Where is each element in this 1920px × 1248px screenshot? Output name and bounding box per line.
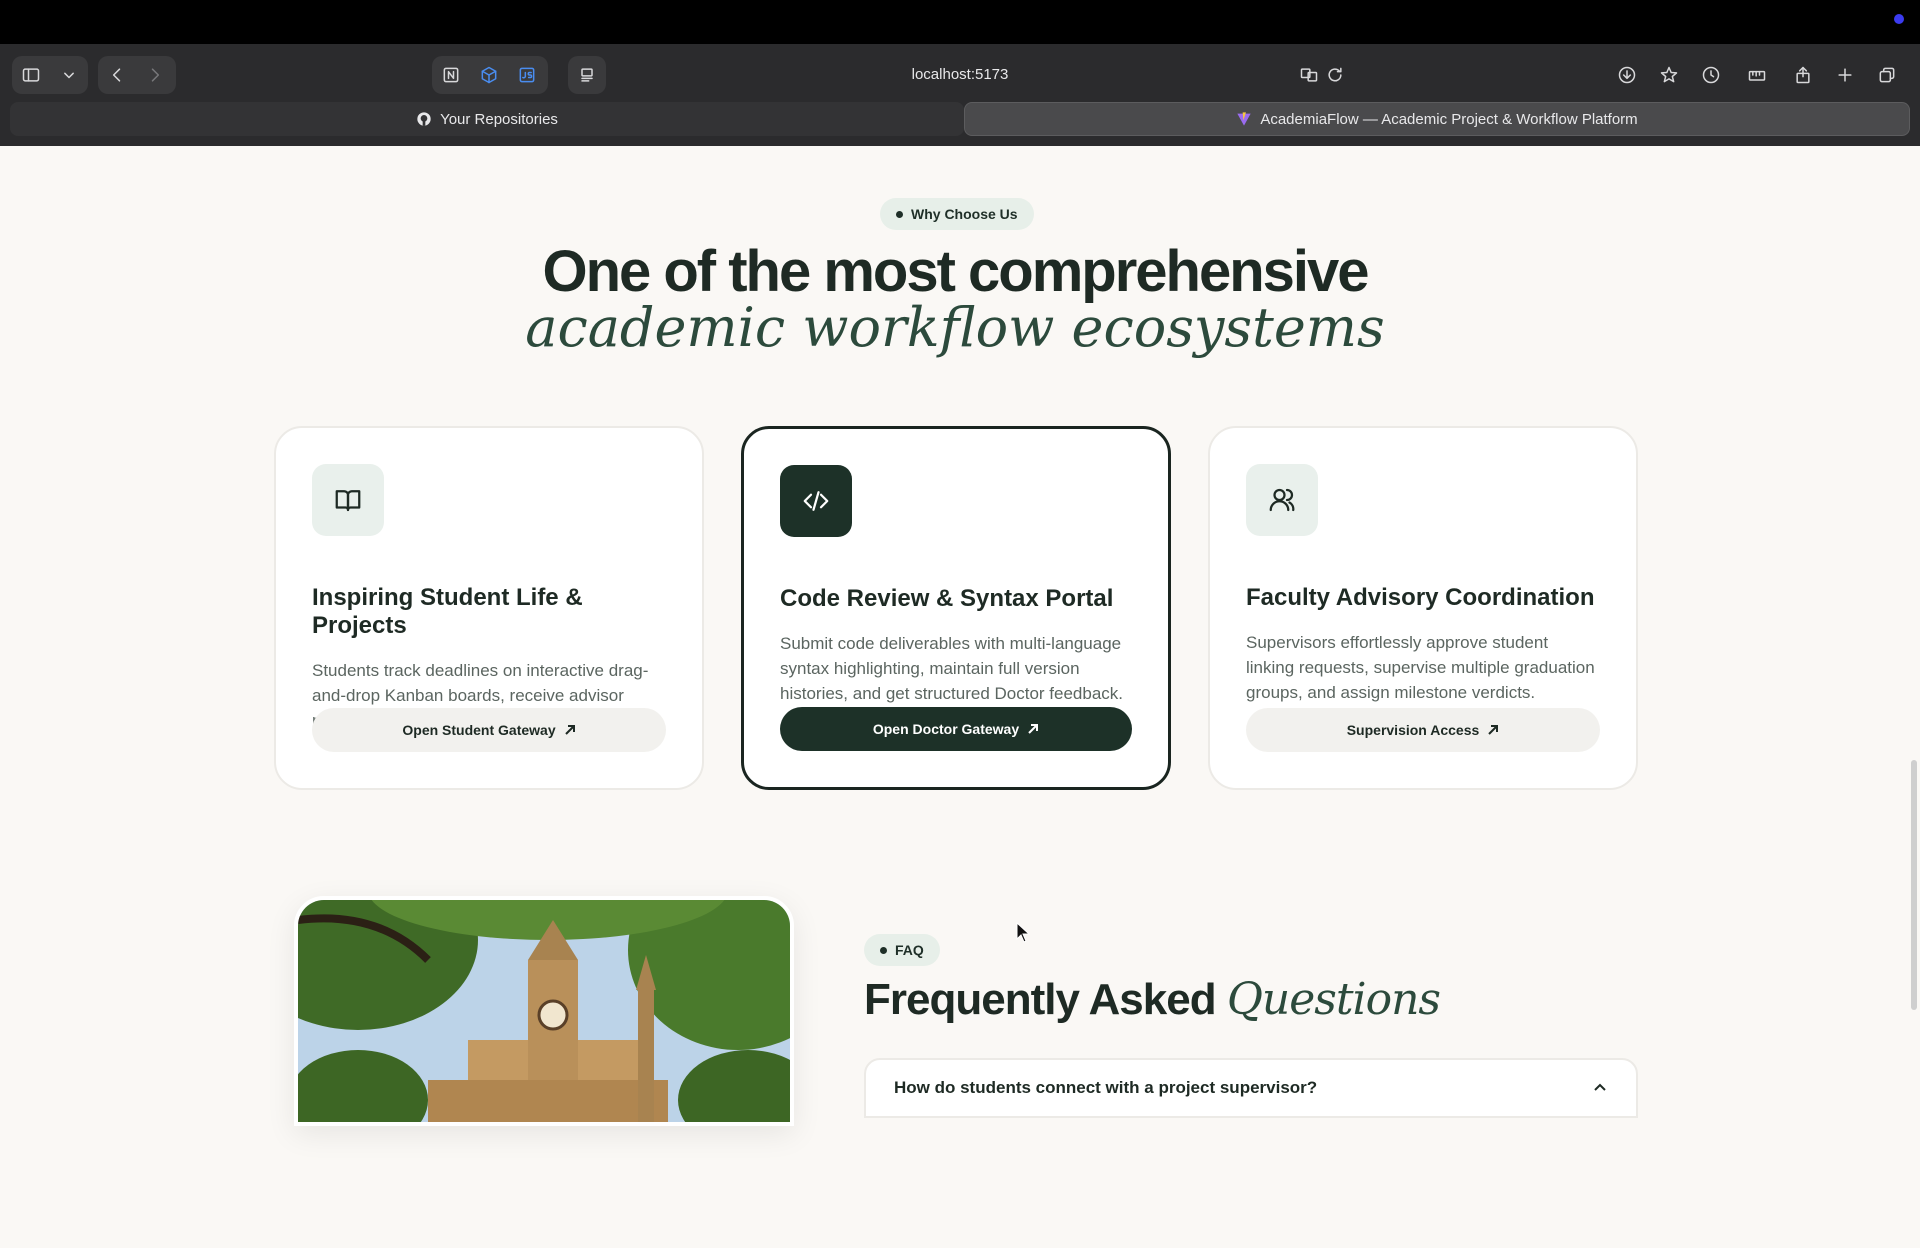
cube-icon[interactable]	[470, 56, 508, 94]
mouse-cursor-icon	[1016, 922, 1031, 943]
tab-bar: Your Repositories AcademiaFlow — Academi…	[10, 102, 1910, 136]
faq-title: Frequently Asked Questions	[864, 974, 1441, 1025]
address-bar[interactable]: localhost:5173	[560, 56, 1360, 94]
faq-item[interactable]: How do students connect with a project s…	[864, 1058, 1638, 1118]
arrow-up-right-icon	[1028, 724, 1039, 734]
sidebar-controls	[12, 56, 88, 94]
faq-title-plain: Frequently Asked	[864, 975, 1217, 1024]
system-menubar	[0, 0, 1920, 44]
code-icon	[780, 465, 852, 537]
faq-question: How do students connect with a project s…	[894, 1078, 1318, 1097]
badge-label: FAQ	[895, 942, 924, 958]
card-title: Inspiring Student Life & Projects	[312, 584, 583, 639]
sidebar-toggle-icon[interactable]	[12, 56, 50, 94]
scrollbar-thumb[interactable]	[1911, 760, 1917, 1010]
open-doctor-gateway-button[interactable]: Open Doctor Gateway	[780, 707, 1132, 751]
campus-photo	[294, 896, 794, 1126]
card-student: Inspiring Student Life & Projects Studen…	[274, 426, 704, 790]
history-icon[interactable]	[1692, 56, 1730, 94]
js-icon[interactable]	[508, 56, 546, 94]
forward-icon[interactable]	[136, 56, 174, 94]
card-title: Faculty Advisory Coordination	[1246, 584, 1595, 611]
status-dot	[1894, 14, 1904, 24]
github-icon	[417, 112, 431, 126]
card-title: Code Review & Syntax Portal	[780, 585, 1114, 612]
star-icon[interactable]	[1650, 56, 1688, 94]
arrow-up-right-icon	[564, 725, 575, 735]
badge-dot	[880, 946, 887, 954]
tab-label: Your Repositories	[440, 110, 558, 128]
arrow-up-right-icon	[1488, 725, 1499, 735]
chevron-up-icon[interactable]	[1592, 1080, 1608, 1096]
card-description: Supervisors effortlessly approve student…	[1246, 633, 1595, 702]
share-icon[interactable]	[1784, 56, 1822, 94]
reload-icon[interactable]	[1316, 56, 1354, 94]
button-label: Open Student Gateway	[402, 722, 556, 738]
back-icon[interactable]	[98, 56, 136, 94]
open-student-gateway-button[interactable]: Open Student Gateway	[312, 708, 666, 752]
button-label: Open Doctor Gateway	[872, 721, 1020, 737]
new-tab-icon[interactable]	[1826, 56, 1864, 94]
tab-academiaflow[interactable]: AcademiaFlow — Academic Project & Workfl…	[964, 102, 1910, 136]
ruler-icon[interactable]	[1738, 56, 1776, 94]
button-label: Supervision Access	[1346, 722, 1480, 738]
extensions-group	[432, 56, 548, 94]
nav-controls	[98, 56, 176, 94]
chevron-down-icon[interactable]	[50, 56, 88, 94]
faq-badge: FAQ	[864, 934, 940, 966]
tab-your-repositories[interactable]: Your Repositories	[10, 102, 964, 136]
section-title: One of the most comprehensive	[542, 239, 1369, 304]
card-faculty: Faculty Advisory Coordination Supervisor…	[1208, 426, 1638, 790]
scrollbar[interactable]	[1908, 146, 1920, 1248]
tab-overview-icon[interactable]	[1868, 56, 1906, 94]
vite-icon	[1237, 112, 1251, 126]
users-icon	[1246, 464, 1318, 536]
card-code-review: Code Review & Syntax Portal Submit code …	[741, 426, 1171, 790]
supervision-access-button[interactable]: Supervision Access	[1246, 708, 1600, 752]
browser-toolbar: localhost:5173 Your Repositories Academi…	[0, 44, 1920, 146]
download-icon[interactable]	[1608, 56, 1646, 94]
tab-label: AcademiaFlow — Academic Project & Workfl…	[1260, 110, 1638, 128]
faq-title-italic: Questions	[1226, 974, 1441, 1025]
card-description: Submit code deliverables with multi-lang…	[780, 634, 1124, 703]
badge-label: Why Choose Us	[911, 206, 1018, 222]
section-subtitle: academic workflow ecosystems	[525, 296, 1385, 359]
badge-dot	[896, 210, 903, 218]
book-icon	[312, 464, 384, 536]
why-choose-us-badge: Why Choose Us	[880, 198, 1034, 230]
notion-icon[interactable]	[432, 56, 470, 94]
